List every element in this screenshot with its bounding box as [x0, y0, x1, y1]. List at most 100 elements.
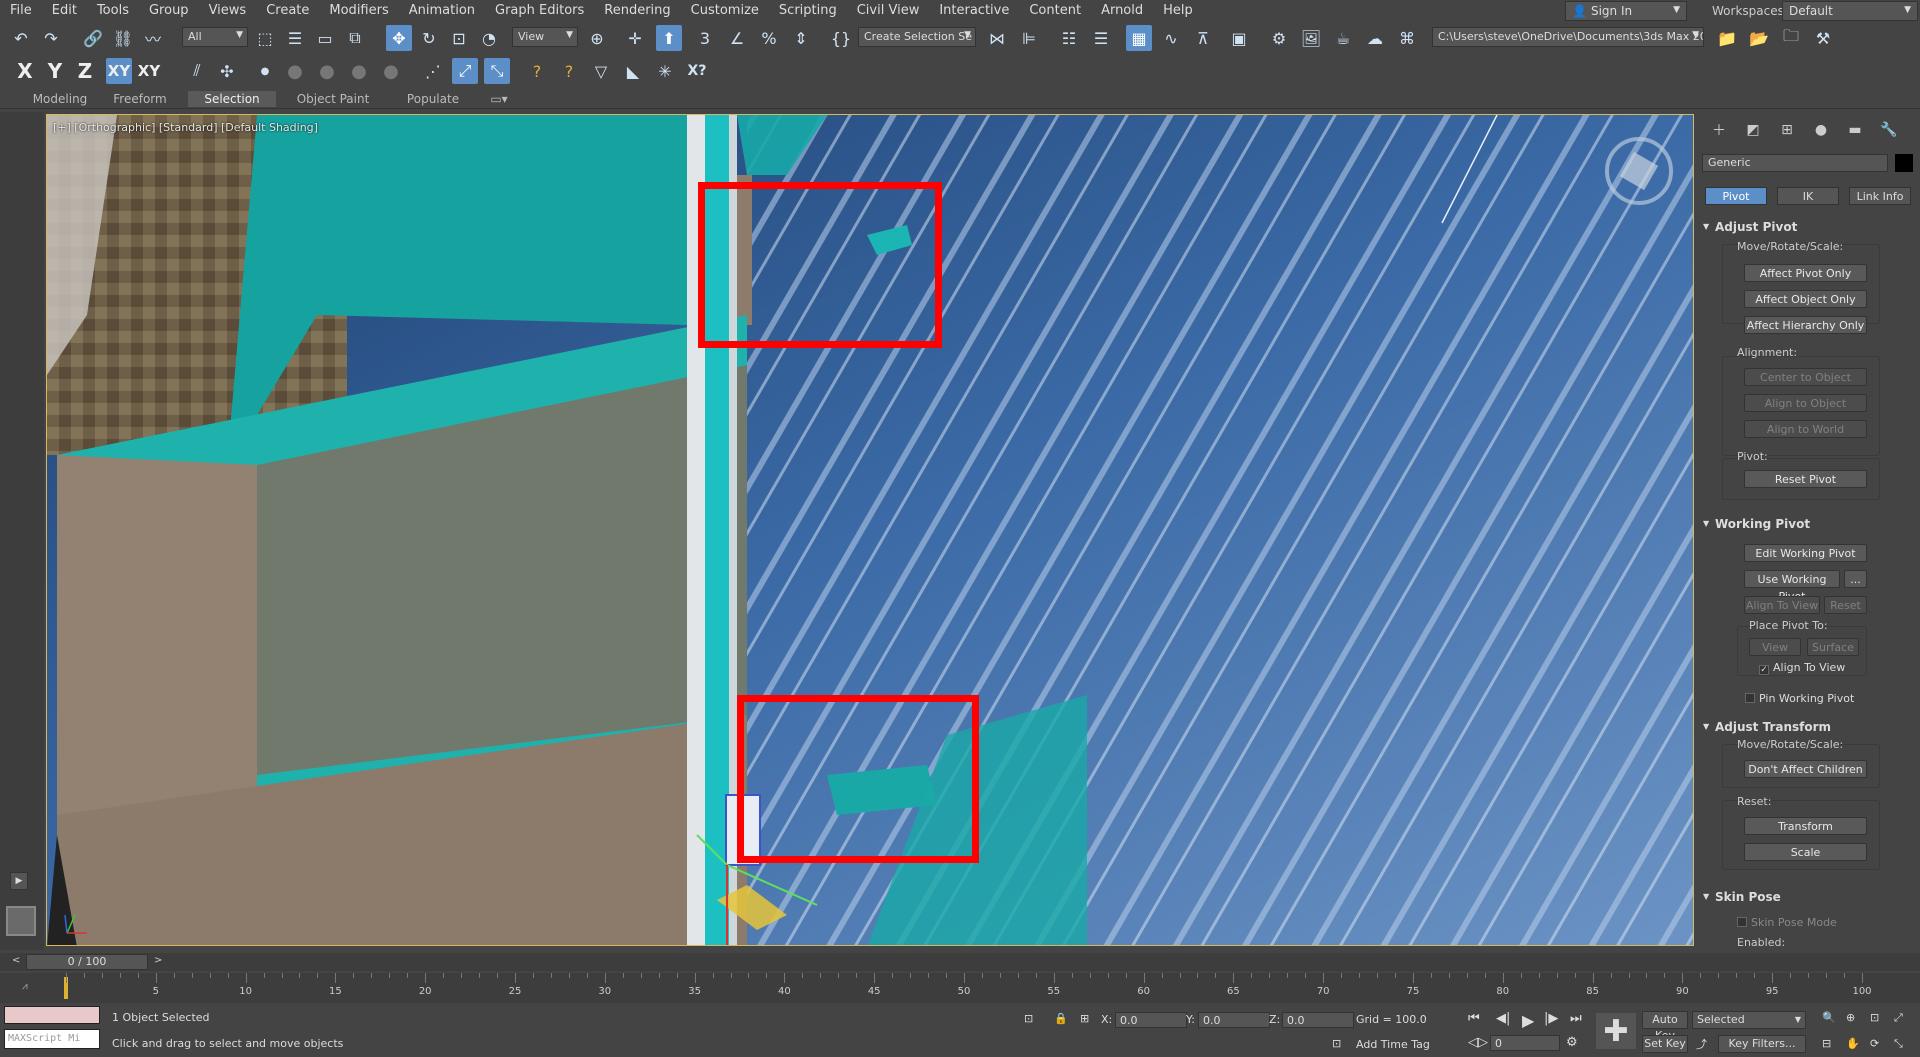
menu-content[interactable]: Content: [1019, 0, 1091, 22]
window-crossing-icon[interactable]: ⧉: [342, 25, 368, 51]
select-object-icon[interactable]: ⬚: [252, 25, 278, 51]
zoom-extents-all-icon[interactable]: ⤢: [1894, 1011, 1903, 1025]
menu-modifiers[interactable]: Modifiers: [319, 0, 398, 22]
add-time-tag[interactable]: Add Time Tag: [1356, 1038, 1430, 1051]
time-configuration-icon[interactable]: ⚙: [1566, 1035, 1578, 1050]
selection-lock-icon[interactable]: 🔒: [1054, 1012, 1068, 1025]
undo-icon[interactable]: ↶: [8, 25, 34, 51]
affect-hierarchy-only-button[interactable]: Affect Hierarchy Only: [1744, 316, 1867, 334]
project-folder-dropdown[interactable]: C:\Users\steve\OneDrive\Documents\3ds Ma…: [1432, 27, 1704, 47]
toggle-scene-explorer-icon[interactable]: ☷: [1056, 25, 1082, 51]
maxscript-listener-output[interactable]: [4, 1006, 100, 1024]
autodesk-a360-gallery-icon[interactable]: ⌘: [1394, 25, 1420, 51]
project-settings-icon[interactable]: ⚒: [1810, 25, 1836, 51]
select-and-move-icon[interactable]: ✥: [386, 25, 412, 51]
mirror-icon[interactable]: ⋈: [984, 25, 1010, 51]
y-coord-field[interactable]: 0.0: [1198, 1012, 1270, 1028]
curve-editor-icon[interactable]: ∿: [1158, 25, 1184, 51]
zoom-extents-icon[interactable]: ⊡: [1870, 1011, 1879, 1024]
maxscript-mini-listener[interactable]: MAXScript Mi: [4, 1029, 100, 1049]
pin-working-pivot-checkbox[interactable]: Pin Working Pivot: [1745, 692, 1854, 705]
viewport-layout-thumbnail[interactable]: [6, 906, 36, 936]
sign-in-dropdown[interactable]: 👤 Sign In ▼: [1565, 1, 1687, 21]
align-icon[interactable]: ⊫: [1016, 25, 1042, 51]
snap-use-axis-constraints-icon[interactable]: ⤢: [452, 58, 478, 84]
render-production-icon[interactable]: ☕: [1330, 25, 1356, 51]
orbit-icon[interactable]: ⟳: [1870, 1037, 1879, 1050]
z-coord-field[interactable]: 0.0: [1282, 1012, 1354, 1028]
menu-arnold[interactable]: Arnold: [1091, 0, 1153, 22]
edit-working-pivot-button[interactable]: Edit Working Pivot: [1744, 544, 1867, 562]
restrict-to-y-button[interactable]: Y: [42, 58, 68, 84]
align-to-view-button[interactable]: Align To View: [1744, 596, 1820, 614]
tab-pivot[interactable]: Pivot: [1705, 187, 1767, 205]
expand-layout-tab-icon[interactable]: ▶: [10, 872, 28, 890]
modify-tab-icon[interactable]: ◩: [1741, 120, 1765, 140]
align-to-view-checkbox[interactable]: ✓ Align To View: [1759, 661, 1845, 675]
auto-key-button[interactable]: Auto Key: [1642, 1011, 1688, 1042]
snap-bounding-box-icon[interactable]: ▽: [588, 58, 614, 84]
menu-views[interactable]: Views: [199, 0, 257, 22]
rectangular-selection-icon[interactable]: ▭: [312, 25, 338, 51]
affect-object-only-button[interactable]: Affect Object Only: [1744, 290, 1867, 308]
snap-tangent-icon[interactable]: ?: [556, 58, 582, 84]
menu-animation[interactable]: Animation: [399, 0, 485, 22]
go-to-start-icon[interactable]: ⏮: [1468, 1011, 1480, 1026]
reset-transform-button[interactable]: Transform: [1744, 817, 1867, 835]
next-frame-icon[interactable]: >: [154, 955, 162, 966]
time-slider[interactable]: 0 / 100: [26, 954, 148, 970]
snap-perpendicular-icon[interactable]: ?: [524, 58, 550, 84]
menu-file[interactable]: File: [0, 0, 42, 22]
use-working-pivot-button[interactable]: Use Working Pivot: [1744, 570, 1840, 603]
snap-center-face-icon[interactable]: ◣: [620, 58, 646, 84]
next-key-icon[interactable]: |▶: [1544, 1011, 1558, 1026]
percent-snap-icon[interactable]: %: [756, 25, 782, 51]
menu-rendering[interactable]: Rendering: [594, 0, 680, 22]
key-mode-toggle-icon[interactable]: ◁▷: [1468, 1035, 1488, 1050]
viewport-label[interactable]: [+] [Orthographic] [Standard] [Default S…: [53, 121, 318, 134]
align-to-world-button[interactable]: Align to World: [1744, 420, 1867, 438]
restrict-to-z-button[interactable]: Z: [72, 58, 98, 84]
menu-civil-view[interactable]: Civil View: [847, 0, 930, 22]
snap-options-icon[interactable]: ✳: [652, 58, 678, 84]
project-open-icon[interactable]: 📂: [1746, 25, 1772, 51]
tab-ik[interactable]: IK: [1777, 187, 1839, 205]
named-selection-dropdown[interactable]: Create Selection Se ▼: [858, 27, 976, 47]
dont-affect-children-button[interactable]: Don't Affect Children: [1744, 760, 1867, 778]
redo-icon[interactable]: ↷: [38, 25, 64, 51]
utilities-tab-icon[interactable]: 🔧: [1877, 120, 1901, 140]
toggle-ribbon-icon[interactable]: ▦: [1126, 25, 1152, 51]
previous-key-icon[interactable]: ◀|: [1496, 1011, 1510, 1026]
link-icon[interactable]: 🔗: [80, 25, 106, 51]
snap-to-frozen-icon[interactable]: ⤡: [484, 58, 510, 84]
select-and-scale-icon[interactable]: ⊡: [446, 25, 472, 51]
snap-edge-icon[interactable]: ●: [346, 58, 372, 84]
edit-named-selection-icon[interactable]: {}: [828, 25, 854, 51]
restrict-plane-cycle-button[interactable]: XY: [136, 58, 162, 84]
pivot-point-center-icon[interactable]: ⊕: [584, 25, 610, 51]
skin-pose-mode-checkbox[interactable]: Skin Pose Mode: [1737, 916, 1837, 929]
tab-selection[interactable]: Selection: [188, 91, 276, 107]
menu-scripting[interactable]: Scripting: [769, 0, 847, 22]
tab-freeform[interactable]: Freeform: [98, 91, 182, 107]
render-in-cloud-icon[interactable]: ☁: [1362, 25, 1388, 51]
menu-group[interactable]: Group: [139, 0, 199, 22]
reset-pivot-button[interactable]: Reset Pivot: [1744, 470, 1867, 488]
material-editor-icon[interactable]: ▣: [1226, 25, 1252, 51]
snap-grid-icon[interactable]: ⫽: [184, 58, 210, 84]
affect-pivot-only-button[interactable]: Affect Pivot Only: [1744, 264, 1867, 282]
go-to-end-icon[interactable]: ⏭: [1570, 1011, 1582, 1026]
select-and-rotate-icon[interactable]: ↻: [416, 25, 442, 51]
spinner-snap-icon[interactable]: ⇕: [788, 25, 814, 51]
working-pivot-options-button[interactable]: ...: [1844, 570, 1867, 588]
field-of-view-icon[interactable]: ⊟: [1822, 1037, 1831, 1050]
object-name-field[interactable]: Generic: [1702, 154, 1888, 172]
place-surface-button[interactable]: Surface: [1807, 638, 1859, 656]
set-keys-icon[interactable]: ✚: [1596, 1013, 1636, 1049]
current-frame-field[interactable]: 0: [1490, 1035, 1560, 1051]
center-to-object-button[interactable]: Center to Object: [1744, 368, 1867, 386]
adjust-pivot-rollout[interactable]: Adjust Pivot: [1699, 218, 1917, 236]
snap-midpoint-icon[interactable]: ●: [314, 58, 340, 84]
hierarchy-tab-icon[interactable]: ⊞: [1775, 120, 1799, 140]
snap-pivot-icon[interactable]: ✣: [214, 58, 240, 84]
